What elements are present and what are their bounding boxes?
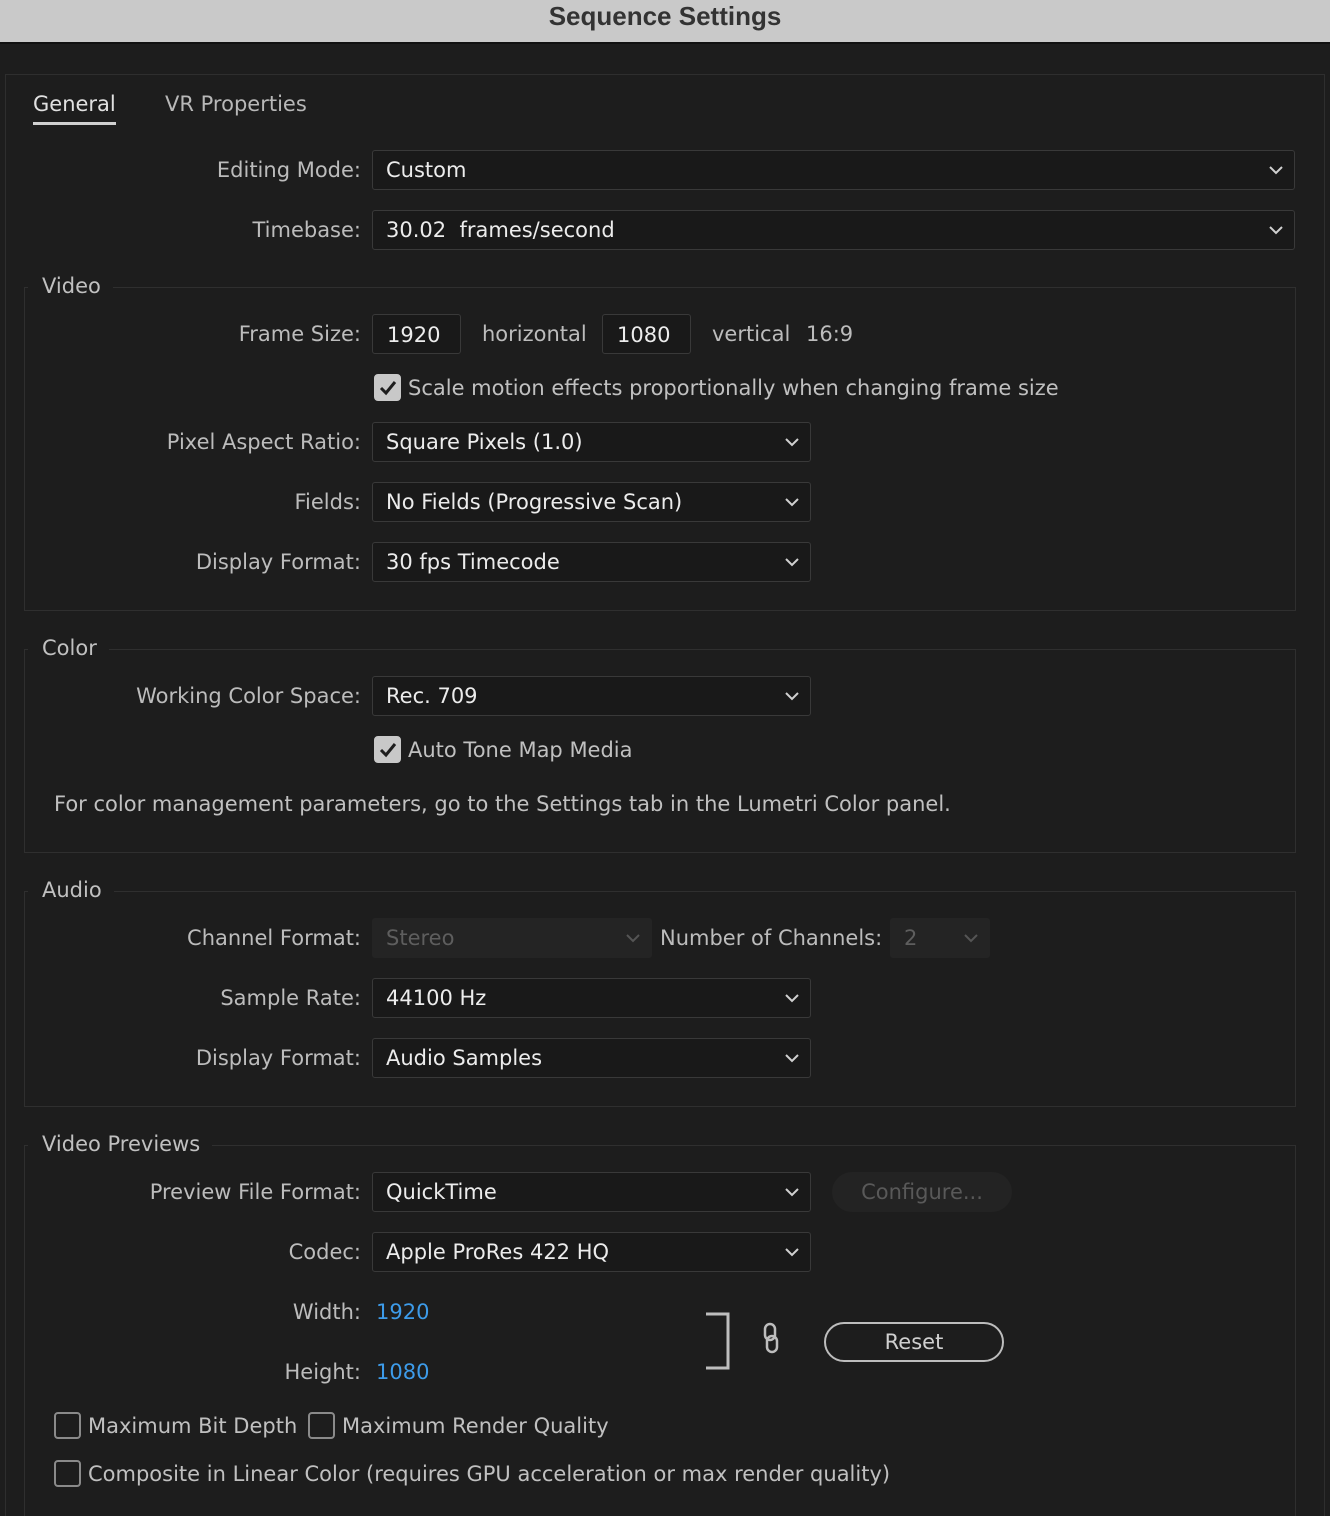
- timebase-value: 30.02 frames/second: [386, 218, 615, 242]
- chevron-down-icon: [785, 692, 799, 701]
- tab-vr-properties[interactable]: VR Properties: [165, 89, 307, 119]
- channel-format-label: Channel Format:: [187, 926, 361, 950]
- frame-width-input[interactable]: 1920: [372, 314, 461, 354]
- fields-value: No Fields (Progressive Scan): [386, 490, 683, 514]
- preview-width-value[interactable]: 1920: [376, 1292, 429, 1332]
- chevron-down-icon: [964, 934, 978, 943]
- chevron-down-icon: [785, 498, 799, 507]
- audio-display-format-value: Audio Samples: [386, 1046, 543, 1070]
- number-of-channels-dropdown[interactable]: 2: [890, 918, 990, 958]
- tab-active-indicator: [33, 122, 116, 125]
- maximum-bit-depth-checkbox[interactable]: Maximum Bit Depth: [54, 1411, 298, 1441]
- chevron-down-icon: [785, 1054, 799, 1063]
- preview-height-label: Height:: [284, 1360, 362, 1384]
- color-management-note: For color management parameters, go to t…: [54, 792, 951, 816]
- chevron-down-icon: [785, 1248, 799, 1257]
- checkbox-box: [374, 736, 401, 763]
- checkbox-box: [54, 1412, 81, 1439]
- video-previews-legend: Video Previews: [28, 1129, 213, 1159]
- video-display-format-value: 30 fps Timecode: [386, 550, 560, 574]
- window-title: Sequence Settings: [548, 1, 782, 31]
- working-color-space-dropdown[interactable]: Rec. 709: [372, 676, 811, 716]
- codec-label: Codec:: [288, 1240, 361, 1264]
- preview-file-format-value: QuickTime: [386, 1180, 497, 1204]
- configure-button[interactable]: Configure...: [832, 1172, 1012, 1212]
- chevron-down-icon: [626, 934, 640, 943]
- editing-mode-value: Custom: [386, 158, 467, 182]
- aspect-ratio-readout: 16:9: [806, 322, 854, 346]
- title-bar: Sequence Settings: [0, 0, 1330, 44]
- chevron-down-icon: [785, 438, 799, 447]
- vertical-label: vertical: [712, 322, 791, 346]
- fields-label: Fields:: [294, 490, 362, 514]
- channel-format-value: Stereo: [386, 926, 455, 950]
- link-bracket-icon: [706, 1312, 730, 1370]
- auto-tone-map-checkbox[interactable]: Auto Tone Map Media: [374, 735, 674, 765]
- timebase-dropdown[interactable]: 30.02 frames/second: [372, 210, 1295, 250]
- frame-size-label: Frame Size:: [238, 322, 361, 346]
- maximum-bit-depth-label: Maximum Bit Depth: [88, 1414, 298, 1438]
- auto-tone-map-label: Auto Tone Map Media: [408, 738, 633, 762]
- chevron-down-icon: [785, 1188, 799, 1197]
- audio-display-format-dropdown[interactable]: Audio Samples: [372, 1038, 811, 1078]
- frame-width-value: 1920: [387, 323, 441, 347]
- number-of-channels-label: Number of Channels:: [660, 926, 883, 950]
- tab-general[interactable]: General: [33, 89, 116, 125]
- color-legend: Color: [28, 633, 109, 663]
- sample-rate-value: 44100 Hz: [386, 986, 487, 1010]
- number-of-channels-value: 2: [904, 926, 918, 950]
- sample-rate-label: Sample Rate:: [220, 986, 361, 1010]
- composite-linear-color-label: Composite in Linear Color (requires GPU …: [88, 1462, 891, 1486]
- video-display-format-dropdown[interactable]: 30 fps Timecode: [372, 542, 811, 582]
- chevron-down-icon: [785, 558, 799, 567]
- checkbox-box: [54, 1460, 81, 1487]
- pixel-aspect-ratio-dropdown[interactable]: Square Pixels (1.0): [372, 422, 811, 462]
- maximum-render-quality-checkbox[interactable]: Maximum Render Quality: [308, 1411, 609, 1441]
- fields-dropdown[interactable]: No Fields (Progressive Scan): [372, 482, 811, 522]
- horizontal-label: horizontal: [482, 322, 587, 346]
- checkbox-box: [308, 1412, 335, 1439]
- reset-button[interactable]: Reset: [824, 1322, 1004, 1362]
- editing-mode-label: Editing Mode:: [216, 158, 361, 182]
- preview-file-format-label: Preview File Format:: [149, 1180, 361, 1204]
- pixel-aspect-ratio-label: Pixel Aspect Ratio:: [166, 430, 361, 454]
- pixel-aspect-ratio-value: Square Pixels (1.0): [386, 430, 583, 454]
- chain-link-icon[interactable]: [760, 1322, 782, 1356]
- chevron-down-icon: [785, 994, 799, 1003]
- video-display-format-label: Display Format:: [195, 550, 361, 574]
- working-color-space-value: Rec. 709: [386, 684, 478, 708]
- editing-mode-dropdown[interactable]: Custom: [372, 150, 1295, 190]
- preview-height-value[interactable]: 1080: [376, 1352, 429, 1392]
- sample-rate-dropdown[interactable]: 44100 Hz: [372, 978, 811, 1018]
- checkmark-icon: [379, 381, 397, 396]
- chevron-down-icon: [1269, 226, 1283, 235]
- maximum-render-quality-label: Maximum Render Quality: [342, 1414, 609, 1438]
- checkbox-box: [374, 374, 401, 401]
- composite-linear-color-checkbox[interactable]: Composite in Linear Color (requires GPU …: [54, 1459, 890, 1489]
- scale-motion-checkbox[interactable]: Scale motion effects proportionally when…: [374, 373, 1059, 403]
- frame-height-input[interactable]: 1080: [602, 314, 691, 354]
- frame-height-value: 1080: [617, 323, 671, 347]
- channel-format-dropdown[interactable]: Stereo: [372, 918, 652, 958]
- preview-file-format-dropdown[interactable]: QuickTime: [372, 1172, 811, 1212]
- checkmark-icon: [379, 743, 397, 758]
- audio-legend: Audio: [28, 875, 114, 905]
- timebase-label: Timebase:: [252, 218, 361, 242]
- working-color-space-label: Working Color Space:: [136, 684, 361, 708]
- codec-value: Apple ProRes 422 HQ: [386, 1240, 610, 1264]
- tab-general-label: General: [33, 92, 116, 116]
- chevron-down-icon: [1269, 166, 1283, 175]
- codec-dropdown[interactable]: Apple ProRes 422 HQ: [372, 1232, 811, 1272]
- preview-width-label: Width:: [292, 1300, 361, 1324]
- scale-motion-label: Scale motion effects proportionally when…: [408, 376, 1059, 400]
- audio-display-format-label: Display Format:: [195, 1046, 361, 1070]
- tab-vr-properties-label: VR Properties: [165, 92, 307, 116]
- video-legend: Video: [28, 271, 113, 301]
